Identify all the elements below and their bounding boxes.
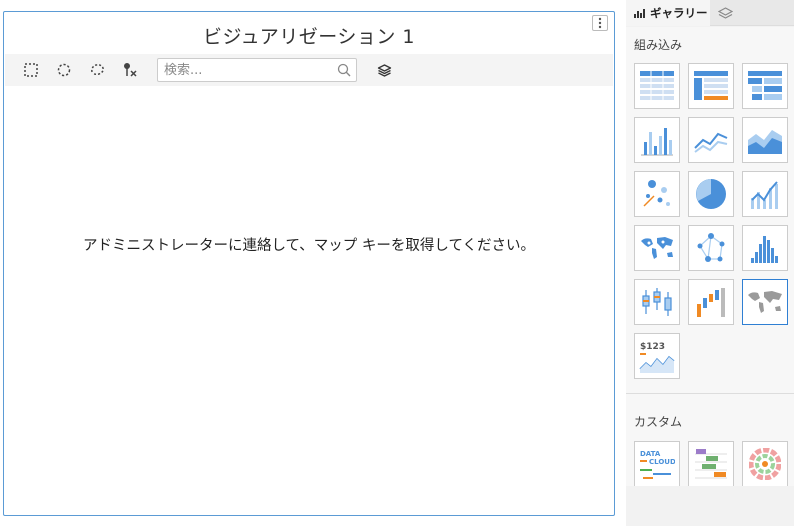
map-toolbar [5, 54, 613, 86]
sidebar-tabs: ギャラリー [626, 0, 794, 26]
visualization-panel: ビジュアリゼーション 1 アドミニストレ [3, 11, 615, 516]
tile-bar-chart[interactable] [634, 117, 680, 163]
tile-table[interactable] [634, 63, 680, 109]
tab-gallery-label: ギャラリー [650, 6, 708, 20]
map-key-message: アドミニストレーターに連絡して、マップ キーを取得してください。 [82, 238, 536, 254]
tab-layers[interactable] [710, 0, 794, 26]
box-plot-icon [642, 288, 672, 316]
search-icon[interactable] [337, 63, 351, 77]
kpi-icon: $123 [639, 342, 675, 373]
word-cloud-text-1: DATA [640, 450, 661, 458]
layers-icon[interactable] [376, 62, 392, 78]
tile-kpi[interactable]: $123 [634, 333, 680, 379]
tile-pie-chart[interactable] [688, 171, 734, 217]
app: ビジュアリゼーション 1 アドミニストレ [0, 0, 794, 526]
tile-scatter-plot[interactable] [634, 171, 680, 217]
combo-chart-icon [751, 181, 778, 209]
sidebar-footer [626, 486, 794, 516]
tile-box-plot[interactable] [634, 279, 680, 325]
section-divider [626, 393, 794, 394]
word-cloud-icon: DATACLOUD [640, 450, 675, 479]
tile-waterfall[interactable] [688, 279, 734, 325]
gantt-icon [695, 449, 727, 479]
search-box [157, 58, 357, 82]
circle-select-icon[interactable] [56, 62, 72, 78]
sidebar: ギャラリー 組み込み $123 カスタム DATA CLOUD [626, 0, 794, 526]
pivot-table-icon [694, 71, 728, 100]
sunburst-icon [749, 448, 781, 480]
builtin-section-label: 組み込み [634, 38, 683, 52]
waterfall-icon [697, 288, 725, 317]
tile-network[interactable] [688, 225, 734, 271]
line-chart-icon [694, 132, 728, 153]
tile-tree-table[interactable] [742, 63, 788, 109]
more-vertical-icon[interactable] [592, 15, 608, 31]
network-icon [697, 233, 725, 262]
pie-chart-icon [696, 179, 726, 209]
kpi-value-text: $123 [640, 342, 665, 352]
point-map-icon [641, 237, 673, 259]
tile-point-map[interactable] [634, 225, 680, 271]
tree-table-icon [748, 71, 782, 100]
lasso-select-icon[interactable] [89, 62, 105, 78]
word-cloud-text-2: CLOUD [649, 458, 675, 466]
gallery-list: 組み込み $123 カスタム DATA CLOUD [626, 27, 794, 486]
bar-chart-icon [634, 9, 645, 18]
tile-pivot-table[interactable] [688, 63, 734, 109]
search-input[interactable] [164, 59, 334, 81]
clear-pins-icon[interactable] [122, 62, 138, 78]
histogram-icon [751, 236, 778, 263]
bar-chart-icon [641, 128, 673, 156]
visualization-title[interactable]: ビジュアリゼーション 1 [4, 22, 614, 49]
tile-sunburst[interactable] [742, 441, 788, 486]
tile-histogram[interactable] [742, 225, 788, 271]
tile-gantt[interactable] [688, 441, 734, 486]
tab-gallery[interactable]: ギャラリー [626, 0, 710, 26]
area-chart-icon [748, 130, 782, 154]
tile-choropleth-map[interactable] [742, 279, 788, 325]
scatter-plot-icon [643, 180, 670, 207]
layers-icon [718, 6, 733, 19]
choropleth-map-icon [748, 291, 782, 313]
tile-combo-chart[interactable] [742, 171, 788, 217]
custom-section-label: カスタム [634, 415, 683, 429]
rect-select-icon[interactable] [23, 62, 39, 78]
tile-line-chart[interactable] [688, 117, 734, 163]
tile-word-cloud[interactable]: DATA CLOUD [634, 441, 680, 486]
table-icon [640, 71, 674, 101]
tile-area-chart[interactable] [742, 117, 788, 163]
